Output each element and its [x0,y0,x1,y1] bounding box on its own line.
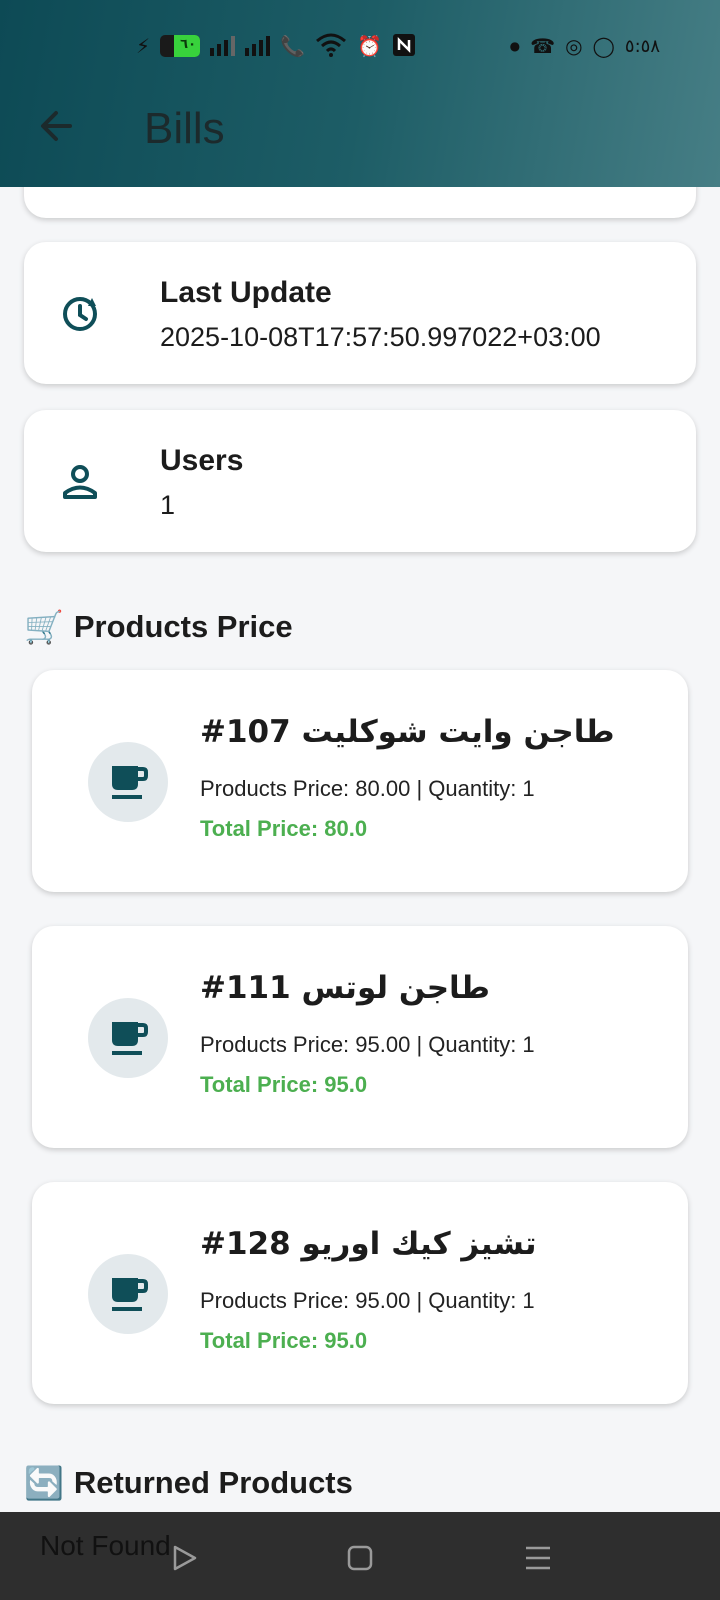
returned-products-title: Returned Products [73,1465,353,1500]
nav-recents-button[interactable] [518,1538,558,1578]
person-icon [63,465,97,499]
back-button[interactable] [34,104,78,148]
product-card[interactable]: #128 تشيز كيك اوريو Products Price: 95.0… [32,1182,688,1404]
nfc-icon [392,33,416,60]
product-detail: Products Price: 95.00 | Quantity: 1 [200,1288,535,1313]
alarm-icon: ⏰ [356,34,382,58]
product-title: #111 طاجن لوتس [200,970,490,1006]
triangle-back-icon [173,1545,197,1571]
status-icons-left: ⚡ ٦٠ 📞 ⏰ [136,32,416,60]
missed-call-icon: ☎ [530,34,556,58]
coffee-cup-icon [112,1022,148,1055]
history-icon [63,297,97,331]
last-update-value: 2025-10-08T17:57:50.997022+03:00 [160,322,601,352]
returned-products-heading: 🔄 Returned Products [24,1464,353,1502]
product-avatar [88,742,168,822]
app-header: ⚡ ٦٠ 📞 ⏰ ● ☎ ◎ ◯ ٥:٥٨ Bills [0,0,720,187]
status-icons-right: ● ☎ ◎ ◯ ٥:٥٨ [510,32,660,60]
product-avatar [88,998,168,1078]
cart-icon: 🛒 [24,608,64,646]
charging-icon: ⚡ [136,34,151,58]
last-update-card: Last Update 2025-10-08T17:57:50.997022+0… [24,242,696,384]
battery-icon: ٦٠ [160,35,201,57]
menu-lines-icon [526,1546,550,1570]
product-avatar [88,1254,168,1334]
signal-icon-2 [245,36,271,56]
product-title: #107 طاجن وايت شوكليت [200,714,615,750]
square-home-icon [347,1545,373,1571]
signal-icon [210,36,236,56]
product-card[interactable]: #111 طاجن لوتس Products Price: 95.00 | Q… [32,926,688,1148]
products-price-heading: 🛒 Products Price [24,608,293,646]
last-update-label: Last Update [160,276,332,309]
product-total: Total Price: 95.0 [200,1072,368,1097]
whatsapp-icon: ◯ [592,34,615,58]
users-value: 1 [160,490,176,520]
product-card[interactable]: #107 طاجن وايت شوكليت Products Price: 80… [32,670,688,892]
clock: ٥:٥٨ [624,35,660,57]
whatsapp-business-icon: ◎ [565,34,583,58]
wifi-icon [315,33,347,60]
users-label: Users [160,444,244,477]
product-total: Total Price: 80.0 [200,816,368,841]
refresh-icon: 🔄 [24,1464,64,1502]
coffee-cup-icon [112,1278,148,1311]
not-found-text: Not Found [40,1530,171,1561]
product-detail: Products Price: 95.00 | Quantity: 1 [200,1032,535,1057]
users-card: Users 1 [24,410,696,552]
status-bar: ⚡ ٦٠ 📞 ⏰ ● ☎ ◎ ◯ ٥:٥٨ [0,28,720,64]
product-detail: Products Price: 80.00 | Quantity: 1 [200,776,535,801]
wifi-calling-icon: 📞 [280,34,305,58]
arrow-left-icon [41,111,72,141]
dot-icon: ● [509,39,521,53]
battery-level: ٦٠ [180,37,197,52]
page-title: Bills [144,104,225,153]
product-title: #128 تشيز كيك اوريو [200,1226,537,1262]
products-price-title: Products Price [73,609,293,644]
nav-home-button[interactable] [340,1538,380,1578]
coffee-cup-icon [112,766,148,799]
product-total: Total Price: 95.0 [200,1328,368,1353]
